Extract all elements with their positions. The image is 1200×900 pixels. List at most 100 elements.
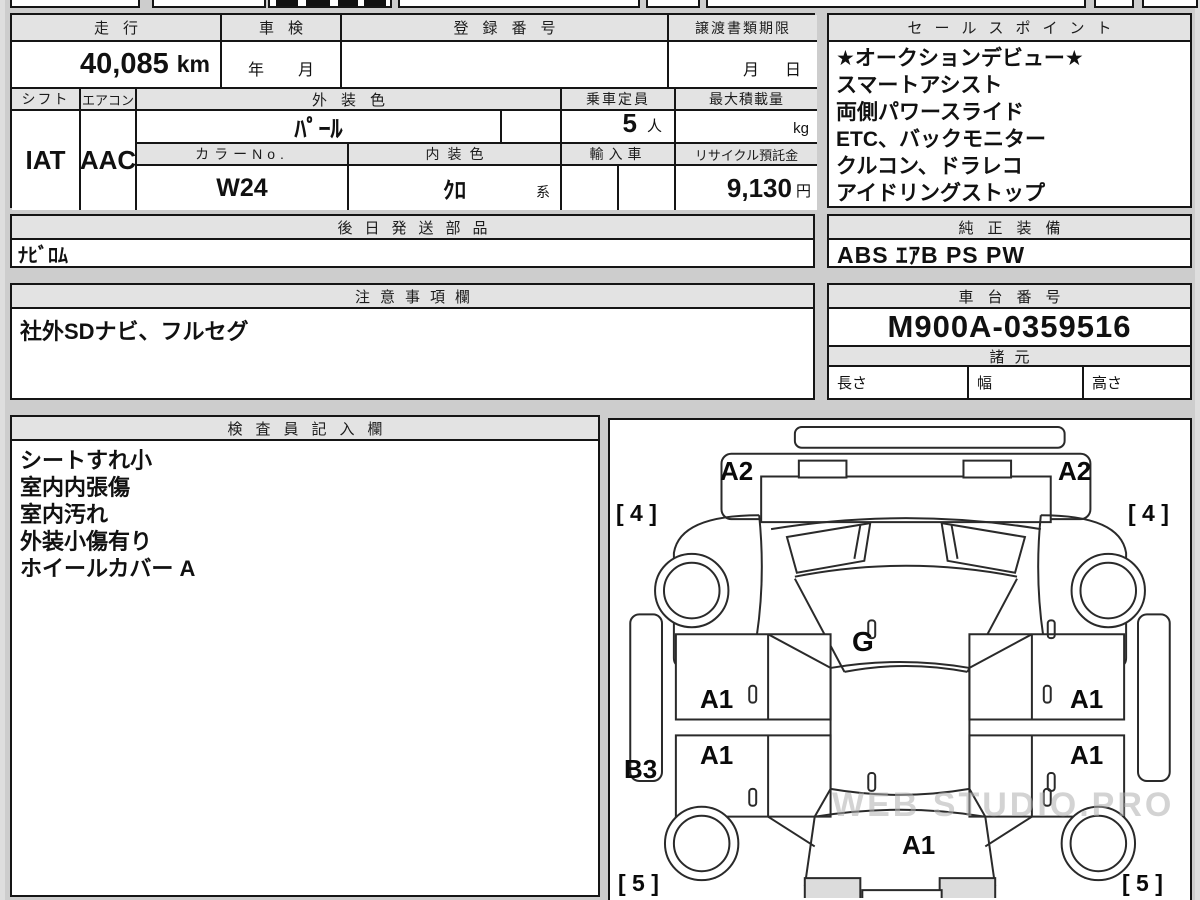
damage-label-a1-door-rear-right: A1 — [1070, 740, 1104, 770]
interior-color-value: ｸﾛ 系 — [347, 164, 560, 210]
damage-label-5-rear-left-tire: [ 5 ] — [618, 870, 659, 896]
capacity-header: 乗車定員 — [560, 87, 674, 109]
sales-point-line: ★オークションデビュー★ — [836, 47, 1084, 70]
sales-point-line: クルコン、ドラレコ — [836, 155, 1023, 178]
exterior-color-value: ﾊﾟｰﾙ — [135, 109, 500, 142]
deadline-value: 月日 — [667, 40, 817, 87]
sales-points-panel: セールスポイント ★オークションデビュー★ スマートアシスト 両側パワースライド… — [827, 13, 1192, 208]
later-parts-panel: 後日発送部品 ﾅﾋﾞﾛﾑ — [10, 214, 815, 268]
damage-label-5-rear-right-tire: [ 5 ] — [1122, 870, 1163, 896]
shift-value: IAT — [12, 109, 79, 210]
height-cell: 高さ — [1082, 365, 1190, 398]
cropped-cell — [1142, 0, 1198, 8]
notes-header: 注意事項欄 — [12, 285, 813, 307]
aircon-value: AAC — [79, 109, 135, 210]
inspector-note-line: ホイールカバー A — [20, 556, 196, 581]
main-spec-table: 走行 車検 登録番号 譲渡書類期限 40,085 km 年月 月日 シフト エアコ… — [10, 13, 817, 210]
auction-sheet: { "top_table": { "mileage_label": "走行", … — [0, 0, 1200, 900]
inspector-note-line: 室内汚れ — [20, 502, 109, 527]
mileage-value: 40,085 km — [12, 40, 220, 87]
genuine-equipment-value: ABS ｴｱB PS PW — [829, 238, 1190, 268]
inspector-note-line: 外装小傷有り — [20, 529, 153, 554]
damage-label-a2-front-right: A2 — [1058, 456, 1092, 486]
aircon-header: エアコン — [79, 87, 135, 109]
damage-label-a1-door-front-left: A1 — [700, 684, 734, 714]
damage-label-a1-tailgate: A1 — [902, 830, 936, 860]
capacity-number: 5 — [622, 109, 637, 138]
interior-color-header: 内装色 — [347, 142, 560, 164]
mileage-unit: km — [176, 51, 210, 77]
damage-label-a1-door-rear-left: A1 — [700, 740, 734, 770]
later-parts-value: ﾅﾋﾞﾛﾑ — [12, 238, 813, 267]
sales-point-line: ETC、バックモニター — [836, 128, 1046, 151]
import-cell-2 — [617, 164, 674, 210]
mileage-number: 40,085 — [80, 48, 169, 80]
inspector-notes-panel: 検査員記入欄 シートすれ小 室内内張傷 室内汚れ 外装小傷有り ホイールカバー … — [10, 415, 600, 897]
notes-value: 社外SDナビ、フルセグ — [12, 307, 813, 398]
later-parts-header: 後日発送部品 — [12, 216, 813, 238]
exterior-color-extra-cell — [500, 109, 560, 142]
inspection-header: 車検 — [220, 15, 340, 40]
recycle-number: 9,130 — [726, 173, 792, 203]
recycle-value: 9,130 円 — [674, 164, 817, 210]
registration-header: 登録番号 — [340, 15, 667, 40]
interior-color-text: ｸﾛ — [443, 177, 466, 203]
width-cell: 幅 — [967, 365, 1082, 398]
deadline-header: 譲渡書類期限 — [667, 15, 817, 40]
inspection-year: 年 — [247, 62, 264, 79]
recycle-unit: 円 — [795, 183, 811, 200]
damage-label-4-front-right-tire: [ 4 ] — [1128, 500, 1169, 526]
color-no-header: カラーNo. — [135, 142, 347, 164]
cropped-cell — [268, 0, 392, 8]
deadline-day: 日 — [784, 62, 801, 79]
capacity-unit: 人 — [646, 118, 662, 135]
notes-panel: 注意事項欄 社外SDナビ、フルセグ — [10, 283, 815, 400]
damage-label-b3-rocker-left: B3 — [624, 754, 658, 784]
import-cell-1 — [560, 164, 617, 210]
sales-points-header: セールスポイント — [829, 15, 1190, 40]
capacity-value: 5人 — [560, 109, 674, 142]
import-header: 輸入車 — [560, 142, 674, 164]
cropped-cell — [1094, 0, 1134, 8]
page-left-edge — [0, 0, 5, 900]
car-damage-diagram: WEB STUDIO.PRO A2 A2 [ 4 ] [ 4 ] G A1 A1… — [608, 418, 1192, 900]
inspection-value: 年月 — [220, 40, 340, 87]
car-outline-drawing — [610, 420, 1190, 898]
registration-value — [340, 40, 667, 87]
interior-color-suffix: 系 — [536, 184, 550, 200]
inspector-note-line: 室内内張傷 — [20, 475, 131, 500]
inspector-notes-list: シートすれ小 室内内張傷 室内汚れ 外装小傷有り ホイールカバー A — [12, 439, 598, 895]
max-load-value: kg — [674, 109, 817, 142]
cropped-cell — [152, 0, 266, 8]
dimensions-header: 諸元 — [829, 345, 1190, 365]
shift-header: シフト — [12, 87, 79, 109]
deadline-month: 月 — [742, 62, 759, 79]
sales-points-list: ★オークションデビュー★ スマートアシスト 両側パワースライド ETC、バックモ… — [829, 40, 1190, 206]
watermark: WEB STUDIO.PRO — [832, 786, 1175, 824]
sales-point-line: 両側パワースライド — [836, 101, 1024, 124]
cropped-cell — [10, 0, 140, 8]
inspector-note-line: シートすれ小 — [20, 448, 153, 473]
sales-point-line: スマートアシスト — [836, 74, 1003, 97]
damage-label-g-hood: G — [852, 626, 874, 657]
max-load-header: 最大積載量 — [674, 87, 817, 109]
recycle-header: リサイクル預託金 — [674, 142, 817, 164]
cropped-cell — [646, 0, 700, 8]
damage-label-4-front-left-tire: [ 4 ] — [616, 500, 657, 526]
cropped-cell — [706, 0, 1086, 8]
exterior-color-header: 外装色 — [135, 87, 560, 109]
color-no-value: W24 — [135, 164, 347, 210]
chassis-header: 車台番号 — [829, 285, 1190, 307]
cropped-cell — [398, 0, 640, 8]
damage-label-a2-front-left: A2 — [720, 456, 754, 486]
genuine-equipment-panel: 純正装備 ABS ｴｱB PS PW — [827, 214, 1192, 268]
page-right-edge — [1195, 0, 1200, 900]
length-cell: 長さ — [829, 365, 967, 398]
genuine-equipment-header: 純正装備 — [829, 216, 1190, 238]
chassis-panel: 車台番号 M900A-0359516 諸元 長さ 幅 高さ — [827, 283, 1192, 400]
sales-point-line: アイドリングストップ — [836, 182, 1045, 205]
inspector-notes-header: 検査員記入欄 — [12, 417, 598, 439]
mileage-header: 走行 — [12, 15, 220, 40]
chassis-value: M900A-0359516 — [829, 307, 1190, 345]
inspection-month: 月 — [298, 62, 315, 79]
